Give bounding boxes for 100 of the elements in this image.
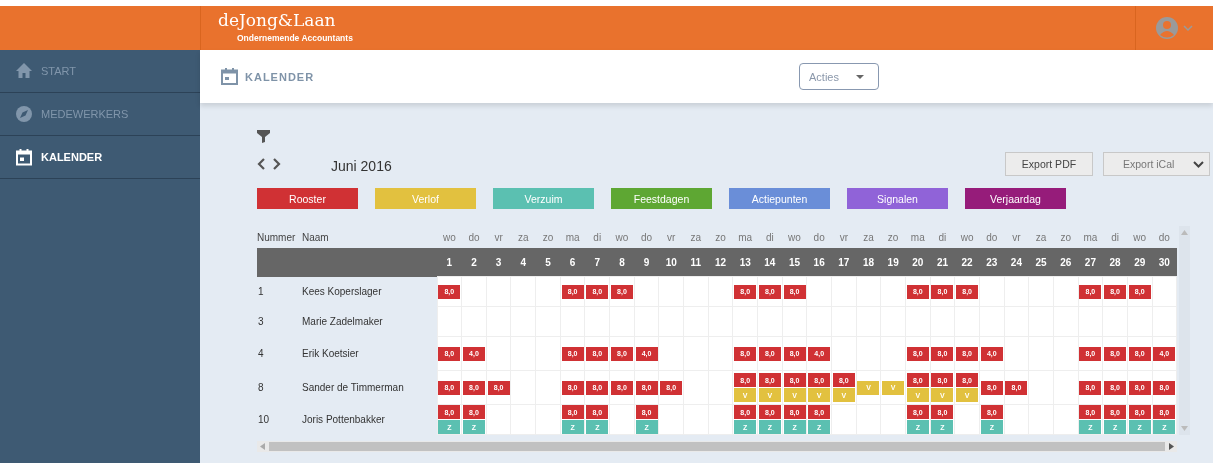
page-title: KALENDER bbox=[245, 70, 315, 83]
chevron-down-icon bbox=[1193, 160, 1204, 168]
employee-name: Kees Koperslager bbox=[302, 276, 437, 307]
weekday-label: di bbox=[930, 226, 955, 248]
employee-name: Joris Pottenbakker bbox=[302, 404, 437, 435]
weekday-label: zo bbox=[535, 226, 561, 248]
export-dropdown[interactable]: Export iCal bbox=[1103, 152, 1210, 176]
weekday-label: vr bbox=[658, 226, 684, 248]
weekday-label: do bbox=[461, 226, 487, 248]
legend-button[interactable]: Signalen bbox=[847, 188, 948, 209]
day-number: 13 bbox=[732, 248, 758, 277]
weekday-label: zo bbox=[1053, 226, 1079, 248]
weekday-label: wo bbox=[954, 226, 980, 248]
caret-icon bbox=[856, 74, 864, 79]
column-header: Naam bbox=[302, 226, 437, 248]
weekday-label: wo bbox=[1127, 226, 1153, 248]
day-number: 22 bbox=[954, 248, 980, 277]
day-number: 8 bbox=[609, 248, 635, 277]
day-number: 30 bbox=[1152, 248, 1177, 277]
employee-number: 3 bbox=[257, 306, 302, 337]
day-number: 18 bbox=[856, 248, 881, 277]
weekday-label: do bbox=[634, 226, 659, 248]
weekday-label: ma bbox=[560, 226, 585, 248]
scroll-up-icon[interactable] bbox=[1181, 230, 1189, 235]
home-icon bbox=[15, 62, 33, 80]
weekday-label: zo bbox=[708, 226, 733, 248]
weekday-label: zo bbox=[880, 226, 906, 248]
day-number: 5 bbox=[535, 248, 561, 277]
weekday-label: za bbox=[856, 226, 881, 248]
export-button[interactable]: Export PDF bbox=[1005, 152, 1093, 176]
legend-button[interactable]: Feestdagen bbox=[611, 188, 712, 209]
employee-number: 1 bbox=[257, 276, 302, 307]
filter-icon[interactable] bbox=[257, 130, 270, 143]
employee-number: 4 bbox=[257, 336, 302, 371]
employee-number: 8 bbox=[257, 370, 302, 405]
weekday-label: wo bbox=[782, 226, 807, 248]
day-number: 15 bbox=[782, 248, 807, 277]
employee-number: 10 bbox=[257, 404, 302, 435]
previous-icon[interactable] bbox=[257, 158, 266, 170]
day-number: 24 bbox=[1004, 248, 1029, 277]
user-avatar-icon bbox=[1155, 17, 1194, 39]
weekday-label: vr bbox=[486, 226, 511, 248]
user-menu-button[interactable] bbox=[1155, 17, 1194, 39]
day-number: 23 bbox=[979, 248, 1005, 277]
calendar-icon bbox=[221, 68, 238, 85]
weekday-label: za bbox=[510, 226, 536, 248]
actions-dropdown[interactable]: Acties bbox=[799, 63, 879, 90]
calendar-icon bbox=[15, 148, 33, 166]
weekday-label: vr bbox=[1004, 226, 1029, 248]
next-icon[interactable] bbox=[272, 158, 281, 170]
weekday-label: ma bbox=[732, 226, 758, 248]
day-number: 20 bbox=[905, 248, 931, 277]
employee-name: Marie Zadelmaker bbox=[302, 306, 437, 337]
day-number: 25 bbox=[1028, 248, 1054, 277]
logo[interactable]: deJong&Laan bbox=[218, 9, 336, 31]
day-number: 17 bbox=[831, 248, 857, 277]
weekday-label: ma bbox=[905, 226, 931, 248]
compass-icon bbox=[15, 105, 33, 123]
weekday-label: do bbox=[1152, 226, 1177, 248]
weekday-label: wo bbox=[609, 226, 635, 248]
weekday-label: do bbox=[979, 226, 1005, 248]
horizontal-scrollbar[interactable] bbox=[257, 441, 1177, 452]
legend-button[interactable]: Verjaardag bbox=[965, 188, 1066, 209]
day-number: 7 bbox=[584, 248, 610, 277]
day-number: 4 bbox=[510, 248, 536, 277]
day-number: 14 bbox=[757, 248, 783, 277]
employee-name: Erik Koetsier bbox=[302, 336, 437, 371]
day-number: 16 bbox=[806, 248, 832, 277]
weekday-label: za bbox=[1028, 226, 1054, 248]
day-number: 26 bbox=[1053, 248, 1079, 277]
day-number: 29 bbox=[1127, 248, 1153, 277]
day-number: 12 bbox=[708, 248, 733, 277]
weekday-label: do bbox=[806, 226, 832, 248]
weekday-label: za bbox=[683, 226, 709, 248]
weekday-label: wo bbox=[437, 226, 462, 248]
column-header: Nummer bbox=[257, 226, 302, 248]
weekday-label: ma bbox=[1078, 226, 1103, 248]
scroll-right-icon[interactable] bbox=[1169, 443, 1174, 450]
scroll-down-icon[interactable] bbox=[1181, 426, 1189, 431]
legend-button[interactable]: Rooster bbox=[257, 188, 358, 209]
day-number: 21 bbox=[930, 248, 955, 277]
day-number: 6 bbox=[560, 248, 585, 277]
tagline: Ondernemende Accountants bbox=[237, 33, 353, 43]
day-number: 19 bbox=[880, 248, 906, 277]
day-number: 10 bbox=[658, 248, 684, 277]
day-number: 2 bbox=[461, 248, 487, 277]
vertical-scrollbar[interactable] bbox=[1179, 226, 1190, 435]
day-number: 11 bbox=[683, 248, 709, 277]
employee-name: Sander de Timmerman bbox=[302, 370, 437, 405]
weekday-label: vr bbox=[831, 226, 857, 248]
weekday-label: di bbox=[1102, 226, 1128, 248]
weekday-label: di bbox=[584, 226, 610, 248]
day-number: 27 bbox=[1078, 248, 1103, 277]
weekday-label: di bbox=[757, 226, 783, 248]
scroll-left-icon[interactable] bbox=[260, 443, 265, 450]
legend-button[interactable]: Actiepunten bbox=[729, 188, 830, 209]
day-number: 9 bbox=[634, 248, 659, 277]
day-number: 28 bbox=[1102, 248, 1128, 277]
day-number: 3 bbox=[486, 248, 511, 277]
day-number: 1 bbox=[437, 248, 462, 277]
